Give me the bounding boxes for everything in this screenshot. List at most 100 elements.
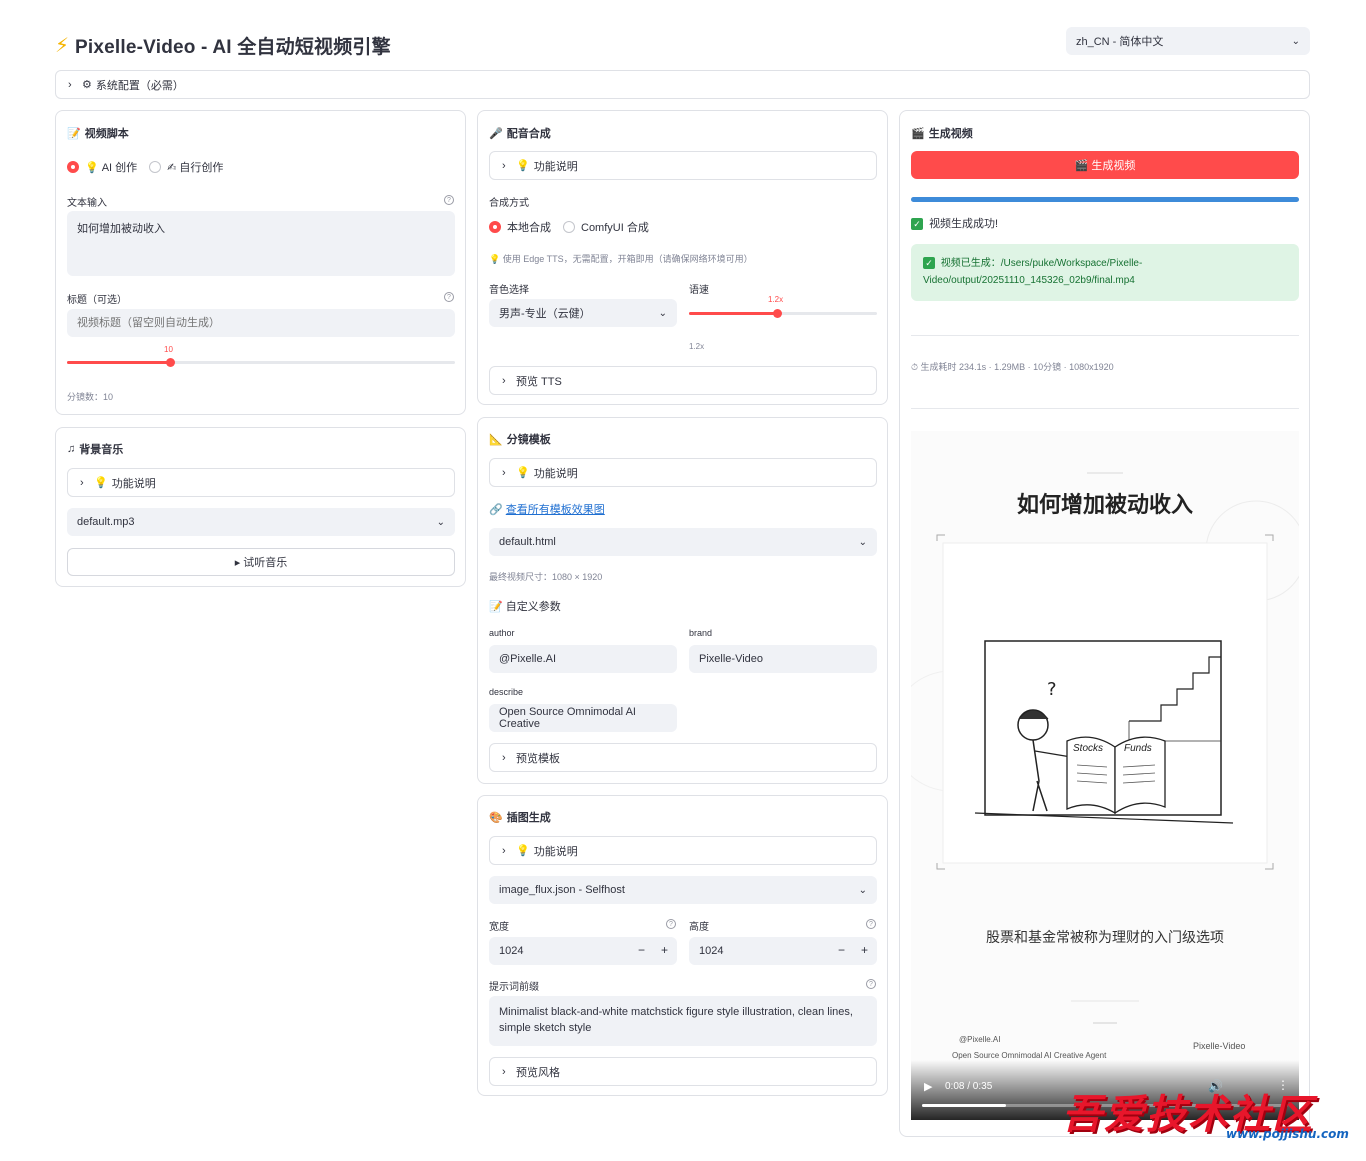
generate-card-header: 🎬 生成视频 bbox=[911, 125, 973, 141]
mode-self-radio[interactable]: ✍ 自行创作 bbox=[149, 159, 223, 175]
custom-params-title: 自定义参数 bbox=[505, 601, 561, 613]
speed-slider[interactable] bbox=[689, 309, 877, 318]
height-stepper[interactable]: 1024 bbox=[689, 937, 877, 965]
text-input-field[interactable]: 如何增加被动收入 bbox=[67, 211, 455, 276]
speed-caption: 1.2x bbox=[689, 342, 705, 351]
video-footer-brand: Pixelle-Video bbox=[1193, 1041, 1246, 1051]
play-icon[interactable]: ▶ bbox=[924, 1080, 932, 1093]
help-icon[interactable]: ? bbox=[866, 979, 876, 989]
bgm-select[interactable]: default.mp3 ⌄ bbox=[67, 508, 455, 536]
bgm-card: ♫ 背景音乐 › 💡 功能说明 default.mp3 ⌄ ▸ 试听音乐 bbox=[55, 427, 466, 587]
chevron-right-icon: › bbox=[502, 1065, 506, 1078]
preview-style-label: 预览风格 bbox=[516, 1066, 560, 1079]
speed-label: 语速 bbox=[689, 285, 709, 296]
minus-icon[interactable]: − bbox=[638, 943, 645, 957]
minus-icon[interactable]: − bbox=[838, 943, 845, 957]
music-note-icon: ♫ bbox=[67, 443, 76, 455]
script-card: 📝 视频脚本 💡 AI 创作 ✍ 自行创作 文本输入 ? 如何增加被动收入 标题… bbox=[55, 110, 466, 415]
video-time: 0:08 / 0:35 bbox=[945, 1081, 993, 1092]
bgm-help-expander[interactable]: › 💡 功能说明 bbox=[67, 468, 455, 497]
generation-success-text: 视频生成成功! bbox=[929, 218, 999, 230]
tts-help-expander[interactable]: › 💡 功能说明 bbox=[489, 151, 877, 180]
preview-style-expander[interactable]: › 预览风格 bbox=[489, 1057, 877, 1086]
video-seek-fill bbox=[922, 1104, 1007, 1107]
title-label: 标题（可选） bbox=[67, 295, 127, 306]
template-gallery-link[interactable]: 查看所有模板效果图 bbox=[506, 504, 605, 516]
tts-note: 💡 使用 Edge TTS，无需配置，开箱即用（请确保网络环境可用） bbox=[489, 252, 753, 265]
brand-input[interactable]: Pixelle-Video bbox=[689, 645, 877, 673]
radio-unselected-icon bbox=[149, 161, 162, 173]
preview-music-button[interactable]: ▸ 试听音乐 bbox=[67, 548, 455, 576]
generate-video-button[interactable]: 🎬 生成视频 bbox=[911, 151, 1299, 179]
preview-template-label: 预览模板 bbox=[516, 752, 560, 765]
page-title: Pixelle-Video - AI 全自动短视频引擎 bbox=[75, 36, 391, 58]
check-icon: ✓ bbox=[911, 218, 923, 231]
width-stepper[interactable]: 1024 bbox=[489, 937, 677, 965]
shots-slider-thumb[interactable] bbox=[165, 358, 175, 367]
synthesis-method-radio-group: 本地合成 ComfyUI 合成 bbox=[489, 219, 661, 235]
method-local-radio[interactable]: 本地合成 bbox=[489, 219, 551, 235]
preview-tts-expander[interactable]: › 预览 TTS bbox=[489, 366, 877, 395]
preview-template-expander[interactable]: › 预览模板 bbox=[489, 743, 877, 772]
method-local-label: 本地合成 bbox=[507, 222, 551, 234]
image-card-title: 插图生成 bbox=[506, 812, 551, 824]
system-config-expander[interactable]: › ⚙ 系统配置（必需） bbox=[55, 70, 1310, 99]
shots-slider[interactable] bbox=[67, 358, 455, 367]
template-help-expander[interactable]: › 💡 功能说明 bbox=[489, 458, 877, 487]
bgm-help-label: 功能说明 bbox=[111, 477, 156, 490]
template-help-label: 功能说明 bbox=[533, 467, 578, 480]
radio-selected-icon bbox=[67, 161, 79, 173]
video-frame: ? bbox=[911, 472, 1299, 1024]
memo-icon: 📝 bbox=[489, 601, 503, 613]
mode-ai-radio[interactable]: 💡 AI 创作 bbox=[67, 159, 137, 175]
bgm-card-title: 背景音乐 bbox=[79, 444, 124, 456]
title-input[interactable] bbox=[67, 309, 455, 337]
bgm-selected-value: default.mp3 bbox=[77, 516, 135, 528]
image-help-label: 功能说明 bbox=[533, 845, 578, 858]
chevron-down-icon: ⌄ bbox=[436, 516, 445, 528]
app-header: ⚡ Pixelle-Video - AI 全自动短视频引擎 bbox=[55, 30, 391, 60]
describe-input[interactable]: Open Source Omnimodal AI Creative bbox=[489, 704, 677, 732]
shots-slider-fill bbox=[67, 361, 170, 364]
video-footer-author: @Pixelle.AI bbox=[959, 1035, 1001, 1044]
palette-icon: 🎨 bbox=[489, 811, 503, 824]
method-comfy-radio[interactable]: ComfyUI 合成 bbox=[563, 219, 649, 235]
help-icon[interactable]: ? bbox=[444, 292, 454, 302]
mode-self-label: 自行创作 bbox=[179, 162, 224, 174]
prompt-prefix-label: 提示词前缀 bbox=[489, 982, 539, 993]
check-icon: ✓ bbox=[923, 257, 935, 270]
help-icon[interactable]: ? bbox=[666, 919, 676, 929]
video-player[interactable]: ? 如何增加被动收入 Stocks Funds 股票和基金常被称为理财的入门级选… bbox=[911, 431, 1299, 1120]
video-size-text: 最终视频尺寸：1080 × 1920 bbox=[489, 572, 603, 582]
synthesis-method-label: 合成方式 bbox=[489, 198, 529, 209]
plus-icon[interactable]: + bbox=[861, 943, 868, 957]
author-input[interactable]: @Pixelle.AI bbox=[489, 645, 677, 673]
language-select[interactable]: zh_CN - 简体中文 ⌄ bbox=[1066, 27, 1310, 55]
image-card: 🎨 插图生成 › 💡 功能说明 image_flux.json - Selfho… bbox=[477, 795, 888, 1096]
chevron-right-icon: › bbox=[68, 78, 72, 91]
saved-path-text: 视频已生成：/Users/puke/Workspace/Pixelle-Vide… bbox=[923, 258, 1143, 286]
image-card-header: 🎨 插图生成 bbox=[489, 809, 551, 825]
image-help-expander[interactable]: › 💡 功能说明 bbox=[489, 836, 877, 865]
plus-icon[interactable]: + bbox=[661, 943, 668, 957]
link-icon: 🔗 bbox=[489, 504, 503, 516]
width-label: 宽度 bbox=[489, 922, 509, 933]
workflow-select[interactable]: image_flux.json - Selfhost ⌄ bbox=[489, 876, 877, 904]
generation-stats-text: 生成耗时 234.1s · 1.29MB · 10分镜 · 1080x1920 bbox=[920, 362, 1114, 372]
generation-stats: ⏱ 生成耗时 234.1s · 1.29MB · 10分镜 · 1080x192… bbox=[911, 360, 1114, 373]
text-input-label: 文本输入 bbox=[67, 198, 107, 209]
chevron-down-icon: ⌄ bbox=[858, 536, 867, 548]
divider bbox=[911, 408, 1299, 409]
tts-card-title: 配音合成 bbox=[506, 128, 551, 140]
divider bbox=[911, 335, 1299, 336]
speed-slider-thumb[interactable] bbox=[773, 309, 783, 318]
voice-select[interactable]: 男声-专业（云健） ⌄ bbox=[489, 299, 677, 327]
prompt-prefix-field[interactable]: Minimalist black-and-white matchstick fi… bbox=[489, 996, 877, 1046]
height-value: 1024 bbox=[699, 945, 724, 957]
writing-hand-icon: ✍ bbox=[167, 161, 177, 174]
help-icon[interactable]: ? bbox=[444, 195, 454, 205]
book-right-label: Funds bbox=[1124, 743, 1152, 754]
help-icon[interactable]: ? bbox=[866, 919, 876, 929]
template-select[interactable]: default.html ⌄ bbox=[489, 528, 877, 556]
video-subtitle: 股票和基金常被称为理财的入门级选项 bbox=[986, 929, 1224, 945]
